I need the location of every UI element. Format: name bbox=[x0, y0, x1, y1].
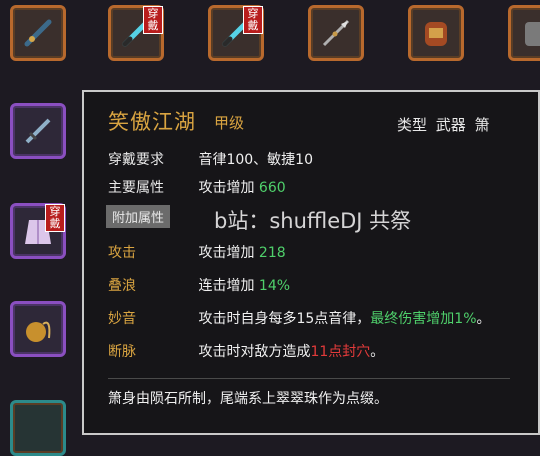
item-name: 笑傲江湖 bbox=[108, 110, 196, 134]
inventory-slot[interactable] bbox=[10, 400, 66, 456]
main-attribute-row: 主要属性 攻击增加 660 bbox=[108, 177, 286, 197]
inventory-slot[interactable] bbox=[10, 301, 66, 357]
armor-icon bbox=[525, 22, 540, 46]
armor-icon bbox=[425, 22, 447, 46]
requirement-row: 穿戴要求 音律100、敏捷10 bbox=[108, 149, 313, 169]
duanmai-highlight: 11点封穴 bbox=[310, 344, 371, 360]
item-description: 箫身由陨石所制，尾端系上翠翠珠作为点缀。 bbox=[108, 391, 388, 407]
item-type-label: 类型 bbox=[397, 116, 428, 134]
duanmai-row: 断脉 攻击时对敌方造成11点封穴。 bbox=[108, 341, 384, 361]
inventory-slot[interactable] bbox=[308, 5, 364, 61]
spear-icon bbox=[322, 19, 350, 47]
main-attribute-text: 攻击增加 bbox=[198, 180, 255, 196]
duanmai-end: 。 bbox=[370, 344, 385, 360]
inventory-slot[interactable] bbox=[10, 103, 66, 159]
wear-badge: 穿戴 bbox=[143, 6, 163, 34]
main-attribute-value: 660 bbox=[258, 180, 286, 196]
wear-badge: 穿戴 bbox=[45, 204, 65, 232]
miaoyin-label: 妙音 bbox=[108, 311, 136, 327]
inventory-slot[interactable]: 穿戴 bbox=[10, 203, 66, 259]
dielang-row: 叠浪 连击增加 14% bbox=[108, 275, 290, 295]
requirement-value: 音律100、敏捷10 bbox=[198, 152, 313, 168]
duanmai-label: 断脉 bbox=[108, 344, 136, 360]
item-type: 类型 武器 箫 bbox=[397, 114, 490, 135]
extra-attribute-header: 附加属性 bbox=[106, 205, 171, 228]
miaoyin-end: 。 bbox=[476, 311, 491, 327]
attack-value: 218 bbox=[258, 245, 286, 261]
tooltip-divider bbox=[108, 378, 510, 379]
gourd-icon bbox=[26, 321, 51, 342]
requirement-label: 穿戴要求 bbox=[108, 152, 164, 168]
inventory-slot[interactable]: 穿戴 bbox=[208, 5, 264, 61]
inventory-slot[interactable] bbox=[10, 5, 66, 61]
attack-row: 攻击 攻击增加 218 bbox=[108, 242, 286, 262]
sword-icon bbox=[25, 118, 51, 144]
item-grade: 甲级 bbox=[214, 114, 245, 132]
duanmai-text: 攻击时对敌方造成 bbox=[198, 344, 311, 360]
inventory-slot[interactable]: 穿戴 bbox=[108, 5, 164, 61]
attack-label: 攻击 bbox=[108, 245, 136, 261]
inventory-slot[interactable] bbox=[408, 5, 464, 61]
main-attribute-label: 主要属性 bbox=[108, 180, 164, 196]
flute-icon bbox=[24, 19, 52, 47]
watermark: b站：shuffleDJ 共祭 bbox=[214, 209, 412, 233]
dielang-label: 叠浪 bbox=[108, 278, 136, 294]
dielang-text: 连击增加 bbox=[198, 278, 255, 294]
miaoyin-text: 攻击时自身每多15点音律， bbox=[198, 311, 371, 327]
attack-text: 攻击增加 bbox=[198, 245, 255, 261]
wear-badge: 穿戴 bbox=[243, 6, 263, 34]
item-type-value: 武器 箫 bbox=[435, 116, 490, 134]
dielang-value: 14% bbox=[258, 278, 291, 294]
item-tooltip: 笑傲江湖 甲级 类型 武器 箫 穿戴要求 音律100、敏捷10 主要属性 攻击增… bbox=[82, 90, 540, 435]
inventory-slot[interactable] bbox=[508, 5, 540, 61]
miaoyin-row: 妙音 攻击时自身每多15点音律，最终伤害增加1%。 bbox=[108, 308, 491, 328]
miaoyin-highlight: 最终伤害增加1% bbox=[370, 311, 477, 327]
